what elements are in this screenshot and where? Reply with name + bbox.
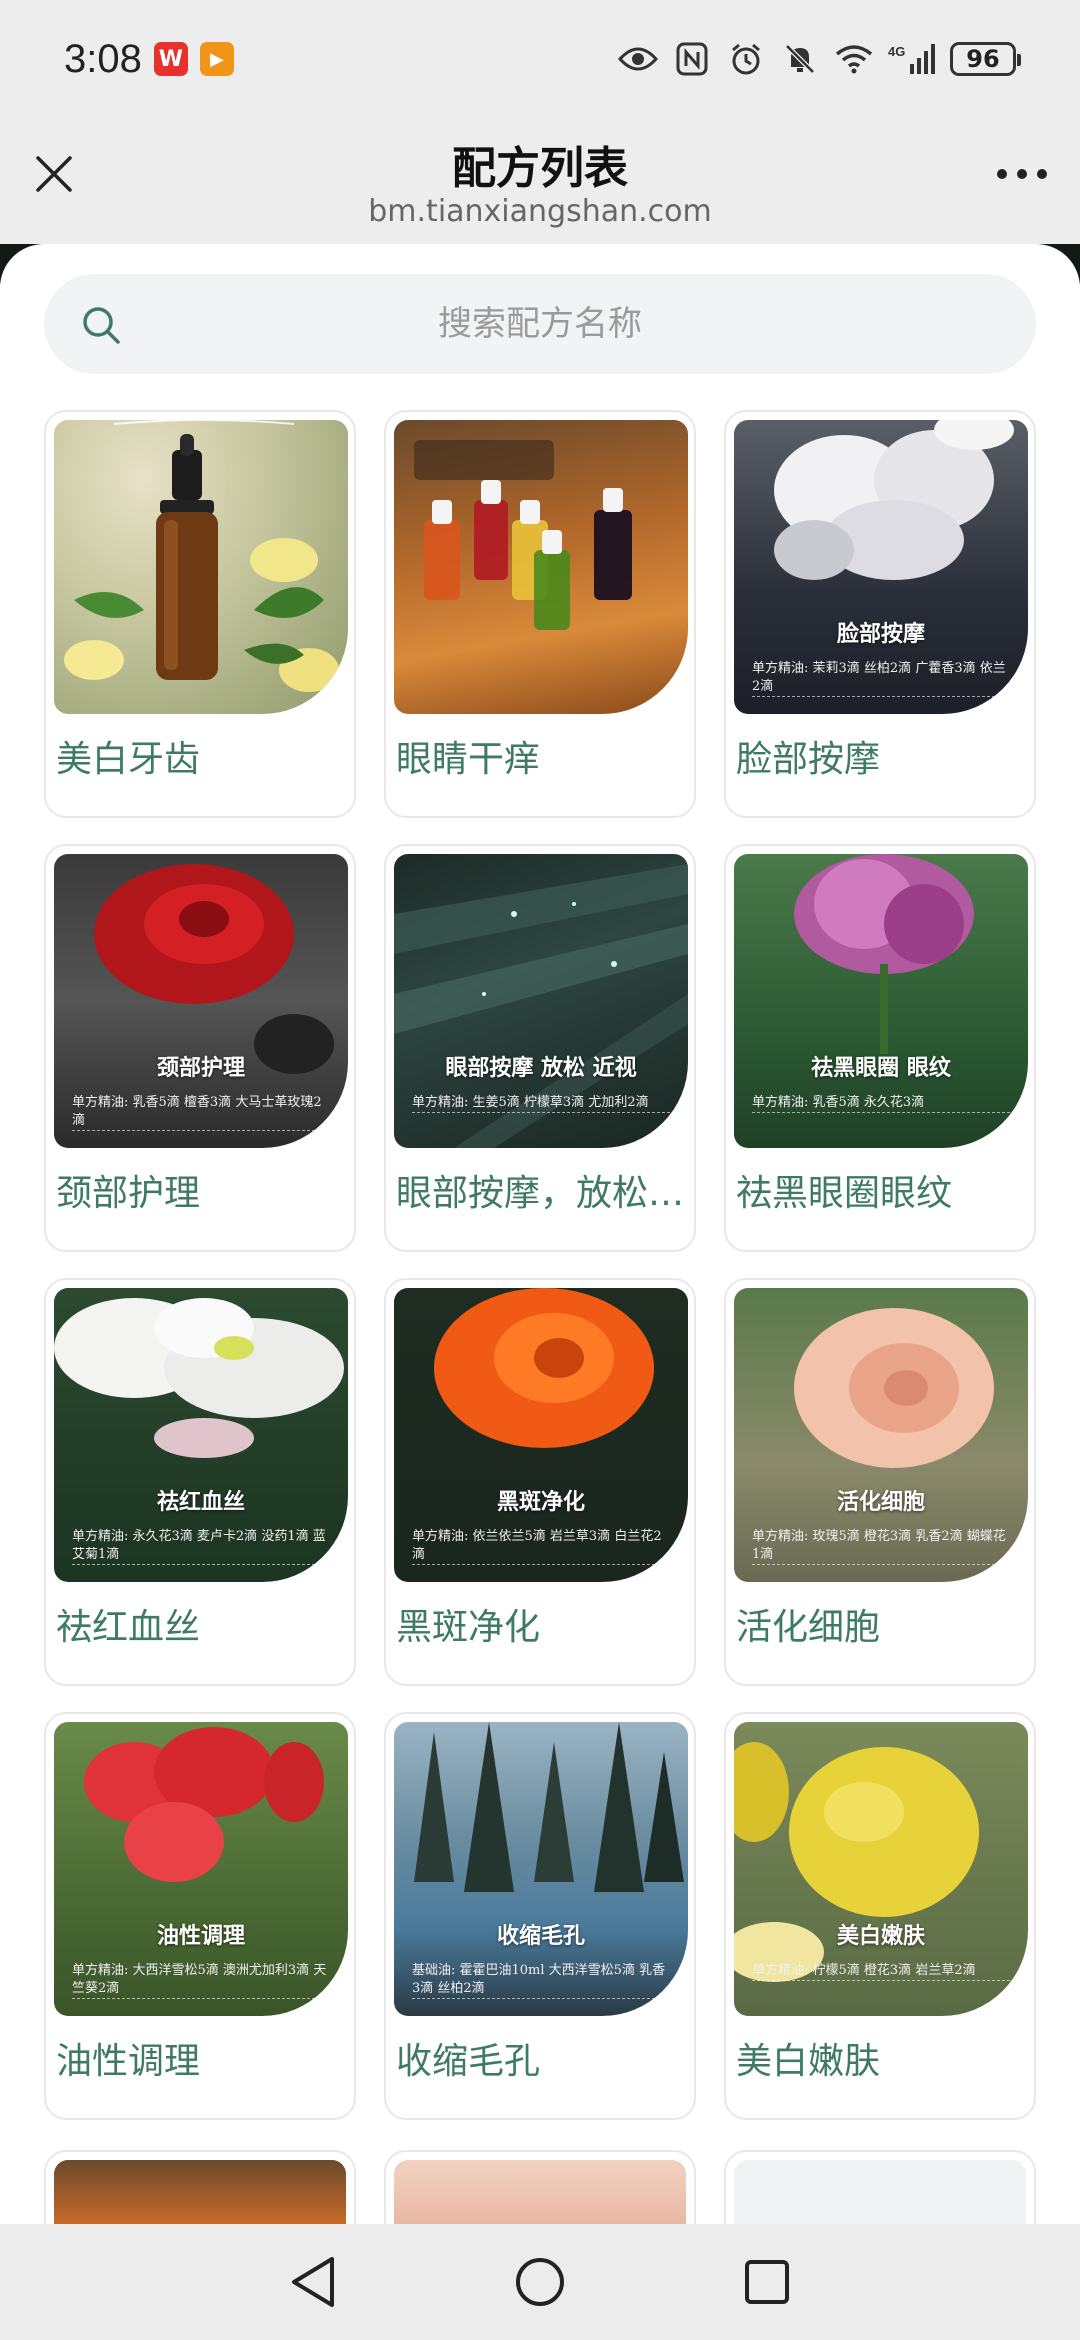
image-recipe-text: 单方精油: 柠檬5滴 橙花3滴 岩兰草2滴	[752, 1962, 1010, 1981]
image-caption: 活化细胞	[836, 1489, 925, 1515]
recipe-grid: 美白牙齿 眼睛干痒 脸部按摩 单方精油: 茉莉3滴 丝柏2滴 广藿香3滴 依兰2…	[44, 410, 1036, 2120]
pink-lotus-image: 祛黑眼圈 眼纹 单方精油: 乳香5滴 永久花3滴	[734, 854, 1028, 1148]
wps-app-icon: W	[153, 42, 188, 76]
oil-vials-image	[394, 420, 688, 714]
recipe-card[interactable]: 黑斑净化 单方精油: 依兰依兰5滴 岩兰草3滴 白兰花2滴 黑斑净化	[384, 1278, 696, 1686]
image-caption: 祛黑眼圈 眼纹	[811, 1055, 951, 1081]
peach-rose-image: 活化细胞 单方精油: 玫瑰5滴 橙花3滴 乳香2滴 蝴蝶花1滴	[734, 1288, 1028, 1582]
image-recipe-text: 基础油: 霍霍巴油10ml 大西洋雪松5滴 乳香3滴 丝柏2滴	[412, 1962, 670, 1999]
recipe-card[interactable]: 祛黑眼圈 眼纹 单方精油: 乳香5滴 永久花3滴 祛黑眼圈眼纹	[724, 844, 1036, 1252]
network-type-label: 4G	[888, 44, 905, 59]
recipe-title: 祛黑眼圈眼纹	[736, 1173, 953, 1214]
more-icon	[997, 169, 1047, 179]
eye-icon	[618, 39, 658, 79]
partial-card-row	[44, 2150, 1036, 2224]
lemon-image: 美白嫩肤 单方精油: 柠檬5滴 橙花3滴 岩兰草2滴	[734, 1722, 1028, 2016]
back-button[interactable]	[278, 2247, 348, 2317]
image-placeholder	[734, 2160, 1026, 2224]
recipe-card[interactable]: 脸部按摩 单方精油: 茉莉3滴 丝柏2滴 广藿香3滴 依兰2滴 脸部按摩	[724, 410, 1036, 818]
battery-indicator: 96	[950, 42, 1021, 76]
recipe-title: 颈部护理	[56, 1173, 201, 1214]
recipe-card[interactable]: 颈部护理 单方精油: 乳香5滴 檀香3滴 大马士革玫瑰2滴 颈部护理	[44, 844, 356, 1252]
image-caption: 脸部按摩	[836, 621, 925, 647]
status-bar: 3:08 W ▶ 4G 96	[0, 0, 1080, 118]
back-triangle-icon	[292, 2257, 335, 2307]
system-nav-bar	[0, 2224, 1080, 2340]
mute-bell-icon	[780, 39, 820, 79]
recipe-title: 活化细胞	[736, 1607, 881, 1648]
image-recipe-text: 单方精油: 依兰依兰5滴 岩兰草3滴 白兰花2滴	[412, 1528, 670, 1565]
image-recipe-text: 单方精油: 乳香5滴 檀香3滴 大马士革玫瑰2滴	[72, 1094, 330, 1131]
recents-button[interactable]	[732, 2247, 802, 2317]
image-recipe-text: 单方精油: 茉莉3滴 丝柏2滴 广藿香3滴 依兰2滴	[752, 660, 1010, 697]
recipe-card[interactable]: 收缩毛孔 基础油: 霍霍巴油10ml 大西洋雪松5滴 乳香3滴 丝柏2滴 收缩毛…	[384, 1712, 696, 2120]
recipe-card-partial[interactable]	[384, 2150, 696, 2224]
recipe-card[interactable]: 眼睛干痒	[384, 410, 696, 818]
video-app-icon: ▶	[199, 42, 234, 76]
more-options-button[interactable]	[990, 146, 1054, 202]
nfc-icon	[672, 39, 712, 79]
wifi-icon	[834, 39, 874, 79]
alarm-icon	[726, 39, 766, 79]
misty-forest-image: 收缩毛孔 基础油: 霍霍巴油10ml 大西洋雪松5滴 乳香3滴 丝柏2滴	[394, 1722, 688, 2016]
recipe-title: 黑斑净化	[396, 1607, 541, 1648]
orange-rose-image: 黑斑净化 单方精油: 依兰依兰5滴 岩兰草3滴 白兰花2滴	[394, 1288, 688, 1582]
red-rose-image: 颈部护理 单方精油: 乳香5滴 檀香3滴 大马士革玫瑰2滴	[54, 854, 348, 1148]
page-url: bm.tianxiangshan.com	[368, 194, 712, 229]
carrots-image	[54, 2160, 346, 2224]
search-icon	[83, 307, 120, 344]
recents-square-icon	[744, 2260, 789, 2304]
home-circle-icon	[515, 2258, 564, 2306]
image-recipe-text: 单方精油: 乳香5滴 永久花3滴	[752, 1094, 1010, 1113]
recipe-card-partial[interactable]	[44, 2150, 356, 2224]
search-input[interactable]	[44, 274, 1036, 374]
recipe-card[interactable]: 活化细胞 单方精油: 玫瑰5滴 橙花3滴 乳香2滴 蝴蝶花1滴 活化细胞	[724, 1278, 1036, 1686]
image-caption: 祛红血丝	[156, 1489, 245, 1515]
image-caption: 颈部护理	[156, 1055, 245, 1081]
pale-rose-image	[394, 2160, 686, 2224]
recipe-title: 油性调理	[56, 2041, 201, 2082]
recipe-title: 眼睛干痒	[396, 739, 541, 780]
recipe-card[interactable]: 眼部按摩 放松 近视 单方精油: 生姜5滴 柠檬草3滴 尤加利2滴 眼部按摩，放…	[384, 844, 696, 1252]
status-time: 3:08	[64, 36, 142, 81]
image-recipe-text: 单方精油: 大西洋雪松5滴 澳洲尤加利3滴 天竺葵2滴	[72, 1962, 330, 1999]
red-geranium-image: 油性调理 单方精油: 大西洋雪松5滴 澳洲尤加利3滴 天竺葵2滴	[54, 1722, 348, 2016]
recipe-card[interactable]: 美白嫩肤 单方精油: 柠檬5滴 橙花3滴 岩兰草2滴 美白嫩肤	[724, 1712, 1036, 2120]
recipe-list-panel: 美白牙齿 眼睛干痒	[0, 244, 1080, 2224]
recipe-title: 收缩毛孔	[396, 2041, 541, 2082]
image-recipe-text: 单方精油: 玫瑰5滴 橙花3滴 乳香2滴 蝴蝶花1滴	[752, 1528, 1010, 1565]
image-caption: 油性调理	[156, 1923, 245, 1949]
home-button[interactable]	[505, 2247, 575, 2317]
signal-icon: 4G	[888, 39, 936, 79]
recipe-title: 祛红血丝	[56, 1607, 201, 1648]
image-caption: 收缩毛孔	[496, 1923, 585, 1949]
white-peony-image: 脸部按摩 单方精油: 茉莉3滴 丝柏2滴 广藿香3滴 依兰2滴	[734, 420, 1028, 714]
page-title: 配方列表	[452, 143, 628, 194]
dewy-leaves-image: 眼部按摩 放松 近视 单方精油: 生姜5滴 柠檬草3滴 尤加利2滴	[394, 854, 688, 1148]
page-header: 配方列表 bm.tianxiangshan.com	[0, 118, 1080, 244]
recipe-title: 脸部按摩	[736, 739, 881, 780]
image-caption: 眼部按摩 放松 近视	[445, 1055, 637, 1081]
image-recipe-text: 单方精油: 永久花3滴 麦卢卡2滴 没药1滴 蓝艾菊1滴	[72, 1528, 330, 1565]
recipe-card[interactable]: 油性调理 单方精油: 大西洋雪松5滴 澳洲尤加利3滴 天竺葵2滴 油性调理	[44, 1712, 356, 2120]
image-recipe-text: 单方精油: 生姜5滴 柠檬草3滴 尤加利2滴	[412, 1094, 670, 1113]
recipe-card[interactable]: 美白牙齿	[44, 410, 356, 818]
recipe-card[interactable]: 祛红血丝 单方精油: 永久花3滴 麦卢卡2滴 没药1滴 蓝艾菊1滴 祛红血丝	[44, 1278, 356, 1686]
white-lotus-image: 祛红血丝 单方精油: 永久花3滴 麦卢卡2滴 没药1滴 蓝艾菊1滴	[54, 1288, 348, 1582]
search-bar[interactable]	[44, 274, 1036, 374]
image-caption: 黑斑净化	[496, 1489, 585, 1515]
image-caption: 美白嫩肤	[836, 1923, 925, 1949]
recipe-title: 美白牙齿	[56, 739, 201, 780]
recipe-card-partial[interactable]	[724, 2150, 1036, 2224]
recipe-title: 眼部按摩，放松近视	[396, 1173, 686, 1214]
recipe-title: 美白嫩肤	[736, 2041, 881, 2082]
essential-oil-bottle-image	[54, 420, 348, 714]
